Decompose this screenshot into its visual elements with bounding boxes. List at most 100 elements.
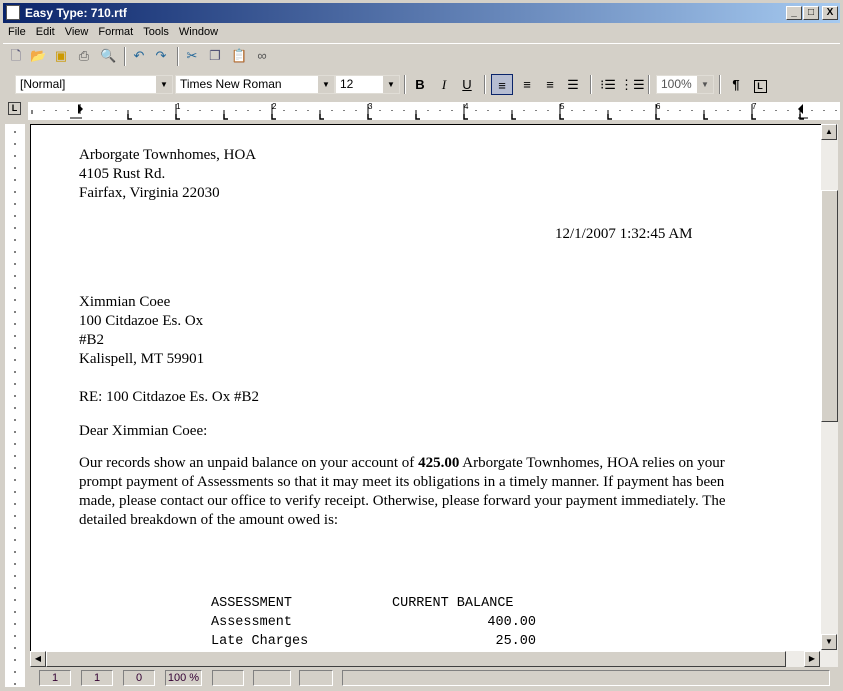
vertical-scroll-thumb[interactable] (821, 190, 838, 422)
recipient-line: Kalispell, MT 59901 (79, 351, 205, 367)
style-select[interactable]: [Normal] ▼ (15, 75, 173, 94)
redo-icon[interactable]: ↷ (153, 48, 169, 64)
menu-window[interactable]: Window (174, 23, 223, 41)
bullet-list-button[interactable]: ⁝☰ (597, 74, 619, 95)
horizontal-ruler[interactable]: 1 2 3 4 5 6 7 (28, 101, 840, 120)
format-toolbar: [Normal] ▼ Times New Roman ▼ 12 ▼ B I U ≡ ≡… (3, 70, 840, 99)
underline-button[interactable]: U (456, 74, 478, 95)
scroll-down-icon[interactable]: ▼ (821, 634, 837, 650)
horizontal-scrollbar[interactable]: ◀ ▶ (30, 651, 838, 667)
vertical-scrollbar[interactable]: ▲ ▼ (821, 124, 838, 651)
chevron-down-icon[interactable]: ▼ (318, 76, 334, 93)
menu-bar: File Edit View Format Tools Window (3, 23, 840, 41)
numbered-list-button[interactable]: ⋮☰ (620, 74, 645, 95)
ruler-number: 3 (368, 102, 373, 111)
table-cell: 400.00 (487, 615, 536, 630)
paste-icon[interactable]: 📋 (231, 48, 247, 64)
vertical-ruler-ticks (14, 131, 16, 685)
status-column: 1 (81, 670, 113, 686)
tab-type-button[interactable]: L (8, 102, 21, 115)
font-size-select[interactable]: 12 ▼ (335, 75, 400, 94)
app-icon (6, 5, 20, 20)
menu-file[interactable]: File (3, 23, 31, 41)
re-line: RE: 100 Citdazoe Es. Ox #B2 (79, 389, 259, 405)
chevron-down-icon[interactable]: ▼ (156, 76, 172, 93)
ruler-number: 5 (560, 102, 565, 111)
body-line: prompt payment of Assessments so that it… (79, 474, 725, 490)
print-icon[interactable]: ⎙ (76, 48, 92, 64)
table-header-balance: CURRENT BALANCE (392, 596, 514, 611)
find-icon[interactable]: ∞ (254, 48, 270, 64)
align-left-button[interactable]: ≡ (491, 74, 513, 95)
horizontal-scroll-thumb[interactable] (46, 651, 786, 667)
bold-button[interactable]: B (409, 74, 431, 95)
vertical-ruler (5, 124, 25, 687)
recipient-line: #B2 (79, 332, 105, 348)
scroll-up-icon[interactable]: ▲ (821, 124, 837, 140)
undo-icon[interactable]: ↶ (131, 48, 147, 64)
menu-tools[interactable]: Tools (138, 23, 174, 41)
status-panel (253, 670, 291, 686)
chevron-down-icon[interactable]: ▼ (697, 76, 713, 93)
scroll-right-icon[interactable]: ▶ (804, 651, 820, 667)
new-icon[interactable]: 🗋 (8, 48, 24, 64)
font-value: Times New Roman (180, 77, 282, 91)
status-panel (299, 670, 333, 686)
ruler-number: 2 (272, 102, 277, 111)
ruler-number: 7 (752, 102, 757, 111)
table-cell: 25.00 (495, 634, 536, 649)
body-text: Arborgate Townhomes, HOA relies on your (459, 455, 725, 471)
align-center-button[interactable]: ≡ (539, 74, 561, 95)
recipient-line: 100 Citdazoe Es. Ox (79, 313, 204, 329)
ruler-number: 6 (656, 102, 661, 111)
menu-edit[interactable]: Edit (31, 23, 60, 41)
style-value: [Normal] (20, 77, 66, 91)
table-header-assessment: ASSESSMENT (211, 596, 293, 611)
table-cell: Late Charges (211, 634, 309, 649)
justify-button[interactable]: ☰ (562, 74, 584, 95)
close-button[interactable]: X (822, 6, 838, 20)
font-select[interactable]: Times New Roman ▼ (175, 75, 335, 94)
body-line: Our records show an unpaid balance on yo… (79, 454, 725, 473)
zoom-select[interactable]: 100% ▼ (656, 75, 714, 94)
title-bar: Easy Type: 710.rtf _ □ X (3, 3, 840, 23)
scroll-left-icon[interactable]: ◀ (30, 651, 46, 667)
recipient-line: Ximmian Coee (79, 294, 171, 310)
table-cell: Assessment (211, 615, 293, 630)
align-right-button[interactable]: ≡ (516, 74, 538, 95)
open-icon[interactable]: 📂 (30, 48, 46, 64)
window-title: Easy Type: 710.rtf (25, 6, 127, 20)
body-line: made, please contact our office to verif… (79, 493, 726, 509)
show-formatting-button[interactable]: ¶ (725, 74, 747, 95)
minimize-button[interactable]: _ (786, 6, 802, 20)
save-icon[interactable]: ▣ (53, 48, 69, 64)
menu-view[interactable]: View (60, 23, 94, 41)
ruler-number: 1 (176, 102, 181, 111)
sender-line: 4105 Rust Rd. (79, 166, 166, 182)
font-size-value: 12 (340, 77, 354, 91)
print-preview-icon[interactable]: 🔍 (100, 48, 116, 64)
status-message (342, 670, 830, 686)
body-line: detailed breakdown of the amount owed is… (79, 512, 339, 528)
letter-date: 12/1/2007 1:32:45 AM (555, 226, 693, 242)
body-text: Our records show an unpaid balance on yo… (79, 455, 419, 471)
document-area[interactable]: Arborgate Townhomes, HOA 4105 Rust Rd. F… (30, 124, 821, 651)
status-panel (212, 670, 244, 686)
sender-line: Arborgate Townhomes, HOA (79, 147, 257, 163)
salutation: Dear Ximmian Coee: (79, 423, 208, 439)
standard-toolbar: 🗋 📂 ▣ ⎙ 🔍 ↶ ↷ ✂ ❐ 📋 ∞ (3, 43, 840, 68)
balance-amount: 425.00 (418, 455, 460, 471)
sender-line: Fairfax, Virginia 22030 (79, 185, 220, 201)
cut-icon[interactable]: ✂ (184, 48, 200, 64)
copy-icon[interactable]: ❐ (207, 48, 223, 64)
chevron-down-icon[interactable]: ▼ (383, 76, 399, 93)
menu-format[interactable]: Format (93, 23, 138, 41)
italic-button[interactable]: I (433, 74, 455, 95)
tab-stop-icon[interactable]: L (749, 74, 771, 95)
ruler-number: 4 (464, 102, 469, 111)
maximize-button[interactable]: □ (803, 6, 819, 20)
ruler-ticks (31, 104, 837, 120)
status-zoom: 100 % (165, 670, 202, 686)
zoom-value: 100% (661, 77, 692, 91)
status-position: 0 (123, 670, 155, 686)
